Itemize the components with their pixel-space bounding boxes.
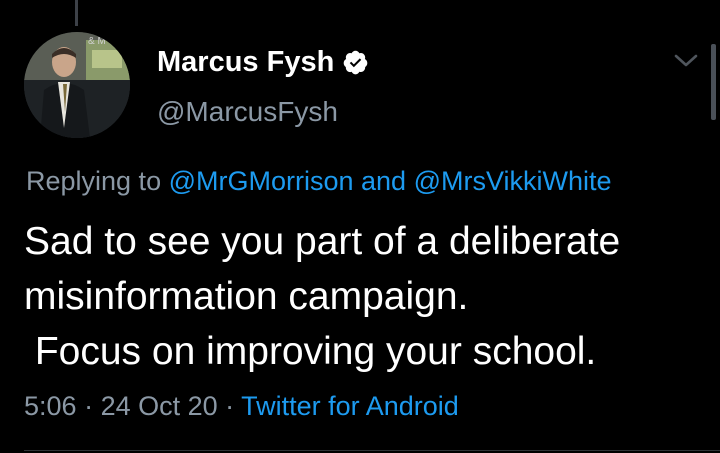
avatar[interactable]: & M (24, 32, 130, 138)
meta-separator: · (217, 391, 242, 421)
tweet-text: Sad to see you part of a deliberate misi… (24, 220, 621, 373)
svg-text:& M: & M (88, 36, 106, 47)
tweet-date[interactable]: 24 Oct 20 (101, 391, 218, 421)
tweet-source-link[interactable]: Twitter for Android (241, 391, 459, 421)
chevron-down-icon[interactable] (672, 50, 700, 72)
verified-badge-icon (342, 49, 369, 76)
author-display-name[interactable]: Marcus Fysh (157, 46, 334, 79)
reply-context: Replying to @MrGMorrison and @MrsVikkiWh… (26, 166, 612, 197)
mention-link-mrgmorrison[interactable]: @MrGMorrison (169, 166, 354, 196)
tweet-time[interactable]: 5:06 (24, 391, 77, 421)
reply-prefix: Replying to (26, 166, 169, 196)
reply-conjunction[interactable]: and (354, 166, 414, 196)
author-handle[interactable]: @MarcusFysh (157, 96, 338, 128)
scrollbar[interactable] (711, 44, 716, 120)
author-name-row: Marcus Fysh (157, 46, 369, 79)
divider (24, 450, 720, 451)
tweet-metadata: 5:06 · 24 Oct 20 · Twitter for Android (24, 391, 459, 422)
meta-separator: · (76, 391, 101, 421)
thread-connector-line (75, 0, 78, 26)
mention-link-mrsvikkiwhite[interactable]: @MrsVikkiWhite (414, 166, 612, 196)
